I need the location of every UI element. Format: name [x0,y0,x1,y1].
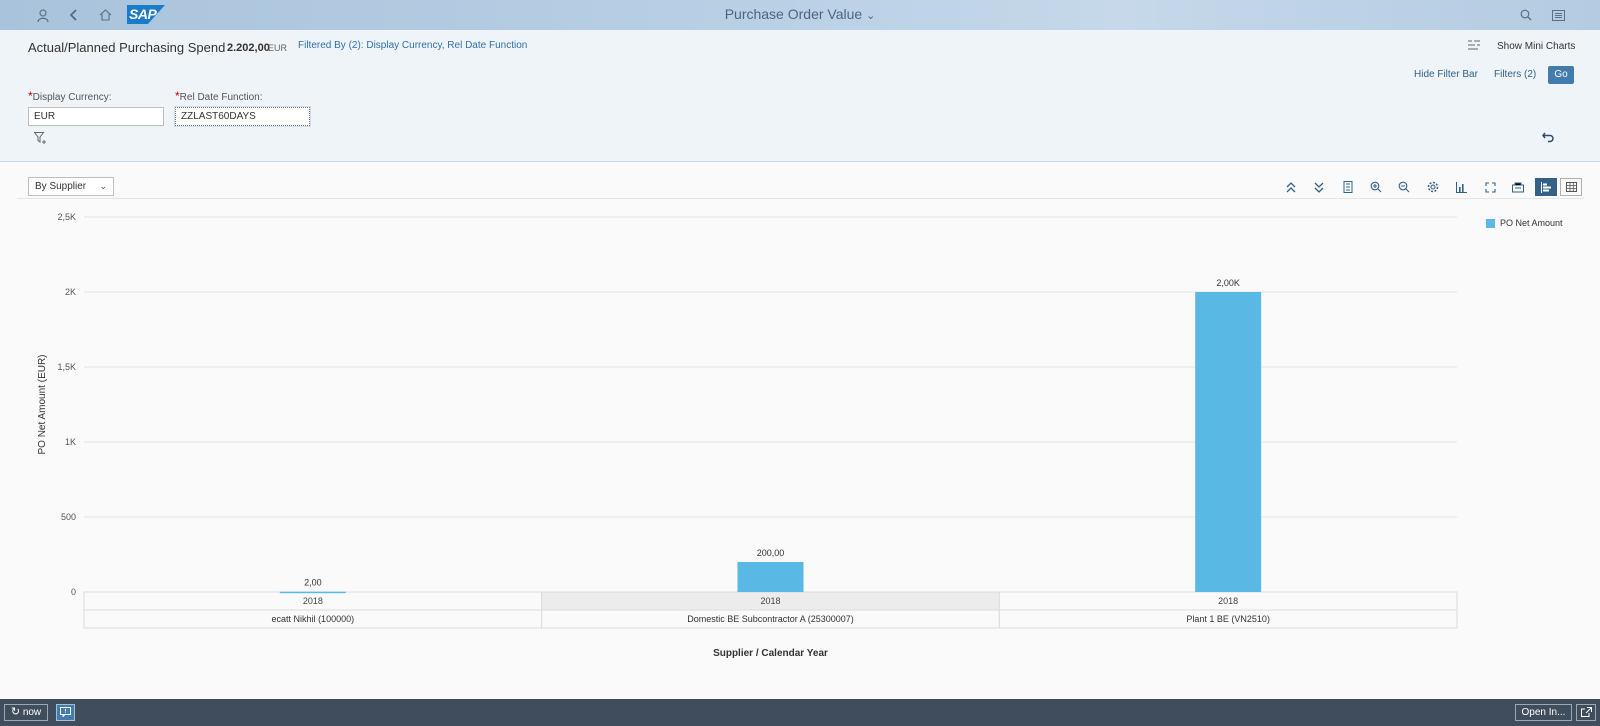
bar[interactable] [1195,292,1262,592]
share-button[interactable] [1576,704,1596,721]
y-tick-label: 2K [65,287,76,297]
settings-gear-icon[interactable] [1422,178,1444,196]
user-icon[interactable] [33,6,53,24]
variant-title[interactable]: Actual/Planned Purchasing Spend [28,40,225,55]
rel-date-function-input[interactable] [174,106,311,127]
messages-icon [60,707,71,718]
y-tick-label: 2,5K [57,212,76,222]
menu-icon[interactable] [1548,6,1568,24]
details-icon[interactable] [1337,178,1359,196]
zoom-out-icon[interactable] [1393,178,1415,196]
messages-button[interactable] [56,704,75,721]
x-tick-label-year: 2018 [760,596,780,606]
personalize-icon[interactable] [1507,178,1529,196]
legend-label[interactable]: PO Net Amount [1500,218,1563,228]
bar[interactable] [279,591,346,594]
chevron-down-icon: ⌄ [99,181,107,191]
filters-button[interactable]: Filters (2) [1494,69,1536,80]
footer-bar: ↻ now Open In... [0,699,1600,726]
refresh-button[interactable]: ↻ now [4,704,48,721]
drill-up-icon[interactable] [1280,178,1302,196]
drill-down-icon[interactable] [1308,178,1330,196]
x-tick-label-year: 2018 [1218,596,1238,606]
total-currency: EUR [268,43,288,53]
sap-logo[interactable]: SAP [127,5,165,24]
x-tick-label-supplier: Domestic BE Subcontractor A (25300007) [687,614,854,624]
y-tick-label: 1,5K [57,362,76,372]
show-mini-charts-button[interactable]: Show Mini Charts [1497,41,1575,52]
display-currency-label: *Display Currency: [28,89,112,103]
open-in-button[interactable]: Open In... [1515,704,1572,721]
fullscreen-icon[interactable] [1479,178,1501,196]
go-button[interactable]: Go [1548,66,1574,84]
data-label: 2,00 [304,578,322,588]
chevron-down-icon: ⌄ [866,10,876,22]
search-icon[interactable] [1516,6,1536,24]
legend-swatch[interactable] [1486,219,1495,228]
y-tick-label: 500 [61,512,76,522]
chart-type-icon[interactable] [1450,178,1472,196]
x-axis-title: Supplier / Calendar Year [713,648,828,659]
chart-view-toggle-icon[interactable] [1535,178,1557,196]
data-label: 200,00 [757,548,785,558]
table-view-toggle-icon[interactable] [1560,178,1582,196]
x-tick-label-supplier: Plant 1 BE (VN2510) [1186,614,1270,624]
view-by-select[interactable]: By Supplier ⌄ [28,177,114,196]
share-icon [1580,707,1592,717]
data-label: 2,00K [1216,278,1240,288]
y-tick-label: 1K [65,437,76,447]
filtered-by-link[interactable]: Filtered By (2): Display Currency, Rel D… [298,40,527,51]
total-amount: 2.202,00 [227,42,270,54]
zoom-in-icon[interactable] [1365,178,1387,196]
bar-chart: 0 500 1K 1,5K 2K 2,5K PO Net Amount (EUR) 2018 e… [37,212,1458,659]
bar[interactable] [737,562,804,592]
rel-date-function-label: *Rel Date Function: [175,89,263,103]
home-icon[interactable] [95,6,115,24]
mini-charts-icon[interactable] [1468,40,1480,54]
display-currency-input[interactable] [28,107,164,126]
adapt-filters-icon[interactable] [33,132,47,147]
y-axis-title: PO Net Amount (EUR) [37,354,48,454]
x-tick-label-supplier: ecatt Nikhil (100000) [272,614,355,624]
hide-filter-bar-button[interactable]: Hide Filter Bar [1414,69,1478,80]
shell-bar: SAP Purchase Order Value ⌄ [0,0,1600,30]
y-tick-label: 0 [71,587,76,597]
filter-header: Actual/Planned Purchasing Spend 2.202,00… [0,30,1600,162]
app-title[interactable]: Purchase Order Value ⌄ [725,6,876,22]
undo-icon[interactable] [1542,130,1554,146]
toolbar-divider [17,198,1584,199]
refresh-icon: ↻ [10,706,21,718]
back-icon[interactable] [64,6,84,24]
x-tick-label-year: 2018 [303,596,323,606]
